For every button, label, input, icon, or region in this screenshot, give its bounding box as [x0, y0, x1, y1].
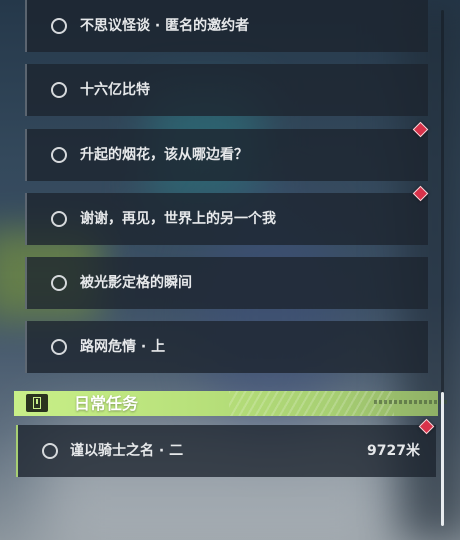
quest-item[interactable]: 不思议怪谈 · 匿名的邀约者	[25, 0, 428, 52]
header-stripe-decoration	[229, 391, 394, 416]
quest-item[interactable]: 十六亿比特	[25, 64, 428, 116]
quest-name: 不思议怪谈 · 匿名的邀约者	[80, 18, 250, 34]
quest-name: 谨以骑士之名 · 二	[70, 443, 184, 459]
quest-status-circle-icon	[51, 339, 67, 355]
daily-quest-item[interactable]: 谨以骑士之名 · 二 9727米	[16, 425, 436, 477]
quest-item[interactable]: 被光影定格的瞬间	[25, 257, 428, 309]
quest-status-circle-icon	[51, 275, 67, 291]
quest-status-circle-icon	[51, 211, 67, 227]
quest-distance: 9727米	[367, 443, 420, 459]
quest-name: 被光影定格的瞬间	[80, 275, 192, 291]
quest-name: 升起的烟花，该从哪边看？	[80, 147, 248, 163]
scrollbar-thumb[interactable]	[441, 392, 444, 526]
exclamation-square-icon	[26, 394, 48, 412]
daily-quests-header[interactable]: 日常任务	[14, 391, 448, 416]
header-fine-print-decoration	[374, 400, 448, 404]
quest-status-circle-icon	[51, 147, 67, 163]
quest-name: 谢谢，再见，世界上的另一个我	[80, 211, 276, 227]
quest-status-circle-icon	[42, 443, 58, 459]
quest-status-circle-icon	[51, 82, 67, 98]
section-title: 日常任务	[74, 394, 139, 413]
quest-status-circle-icon	[51, 18, 67, 34]
quest-name: 路网危情 · 上	[80, 339, 166, 355]
quest-item[interactable]: 升起的烟花，该从哪边看？	[25, 129, 428, 181]
quest-item[interactable]: 路网危情 · 上	[25, 321, 428, 373]
quest-item[interactable]: 谢谢，再见，世界上的另一个我	[25, 193, 428, 245]
quest-name: 十六亿比特	[80, 82, 150, 98]
